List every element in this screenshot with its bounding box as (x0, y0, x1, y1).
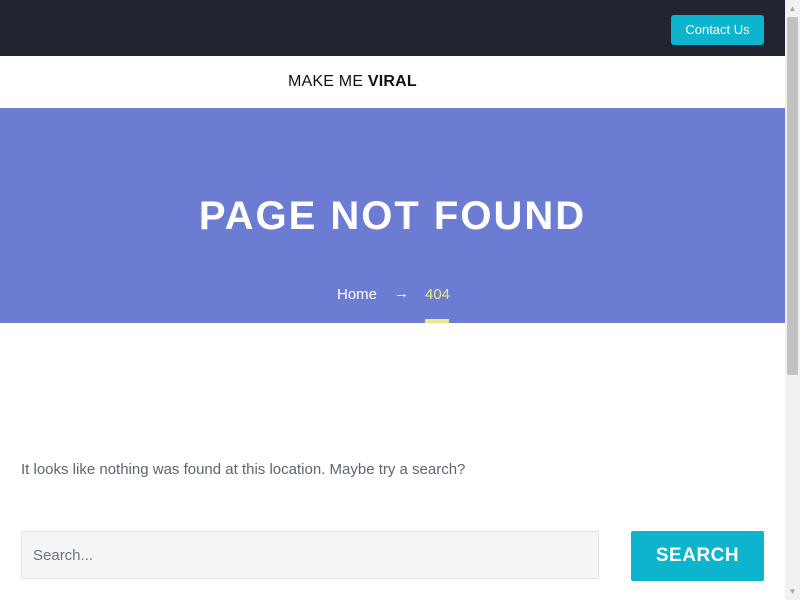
breadcrumb-current: 404 (425, 286, 451, 303)
breadcrumb-current-underline (425, 319, 449, 323)
logo-text-make-me: MAKE ME (288, 73, 368, 90)
site-logo[interactable]: MAKE ME VIRAL (288, 71, 417, 93)
breadcrumb-arrow-icon: → (394, 285, 409, 302)
breadcrumb-home-link[interactable]: Home (337, 286, 377, 304)
hero-banner: PAGE NOT FOUND Home → 404 (0, 108, 785, 323)
scroll-down-arrow-icon[interactable]: ▼ (785, 583, 800, 600)
scroll-up-arrow-icon[interactable]: ▲ (785, 0, 800, 17)
top-bar: Contact Us (0, 0, 785, 56)
contact-us-button[interactable]: Contact Us (671, 15, 764, 45)
logo-text-viral: VIRAL (367, 73, 417, 90)
page-title: PAGE NOT FOUND (198, 194, 587, 238)
search-button[interactable]: SEARCH (631, 531, 764, 581)
scrollbar-thumb[interactable] (787, 17, 798, 375)
not-found-message: It looks like nothing was found at this … (21, 461, 466, 478)
site-header: MAKE ME VIRAL (0, 56, 785, 108)
scrollbar[interactable]: ▲ ▼ (785, 0, 800, 600)
search-input[interactable] (21, 531, 599, 579)
